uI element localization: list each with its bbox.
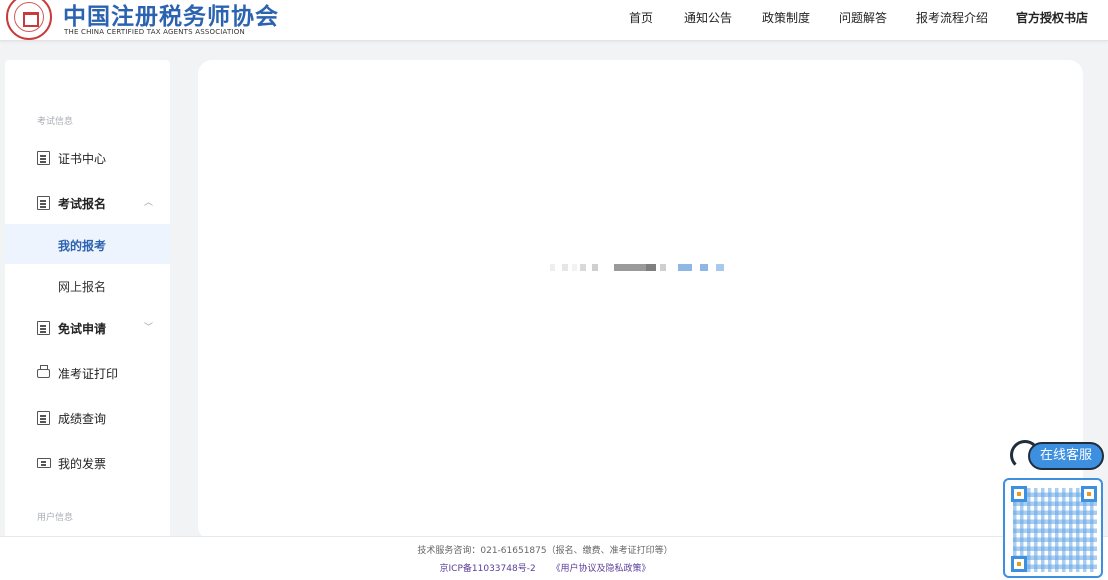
main-content-panel: [198, 60, 1083, 540]
qr-code-icon: [1003, 478, 1103, 578]
online-service-widget[interactable]: 在线客服: [1010, 436, 1106, 476]
registration-icon: [37, 196, 50, 210]
sidebar-item-label: 免试申请: [58, 322, 107, 336]
sidebar-item-admission-print[interactable]: 准考证打印: [5, 353, 170, 393]
invoice-icon: [37, 458, 51, 468]
sidebar-item-label: 证书中心: [58, 152, 107, 166]
loading-indicator: [548, 264, 738, 272]
page-footer: 技术服务咨询：021-61651875（报名、缴费、准考证打印等） 京ICP备1…: [0, 536, 1108, 580]
sidebar-subitem-online-registration[interactable]: 网上报名: [5, 265, 170, 305]
certificate-icon: [37, 151, 50, 165]
online-service-button[interactable]: 在线客服: [1028, 442, 1104, 470]
nav-exam-process[interactable]: 报考流程介绍: [916, 9, 988, 26]
sidebar-item-exemption[interactable]: 免试申请 ﹀: [5, 308, 170, 348]
section-title-user: 用户信息: [37, 513, 74, 523]
nav-official-bookstore[interactable]: 官方授权书店: [1016, 9, 1088, 26]
footer-links: 京ICP备11033748号-2 《用户协议及隐私政策》: [0, 561, 1090, 574]
nav-home[interactable]: 首页: [629, 9, 653, 26]
sidebar-item-label: 成绩查询: [58, 412, 107, 426]
privacy-policy-link[interactable]: 《用户协议及隐私政策》: [551, 564, 650, 574]
support-hotline-text: 技术服务咨询：021-61651875（报名、缴费、准考证打印等）: [417, 546, 673, 556]
chevron-down-icon: ﹀: [144, 323, 154, 333]
chevron-up-icon: ︿: [144, 198, 154, 208]
exemption-icon: [37, 321, 50, 335]
sidebar-item-label: 准考证打印: [58, 367, 119, 381]
nav-notices[interactable]: 通知公告: [684, 9, 732, 26]
sidebar-item-score-query[interactable]: 成绩查询: [5, 398, 170, 438]
icp-link[interactable]: 京ICP备11033748号-2: [440, 564, 536, 574]
sidebar-item-label: 网上报名: [58, 280, 107, 294]
sidebar-item-certificate[interactable]: 证书中心: [5, 138, 170, 178]
main-nav: 首页 通知公告 政策制度 问题解答 报考流程介绍 官方授权书店: [0, 9, 1108, 29]
top-header: 中国注册税务师协会 THE CHINA CERTIFIED TAX AGENTS…: [0, 0, 1108, 41]
printer-icon: [37, 365, 50, 378]
nav-policies[interactable]: 政策制度: [762, 9, 810, 26]
sidebar-subitem-my-registration[interactable]: 我的报考: [5, 224, 170, 264]
sidebar-item-registration[interactable]: 考试报名 ︿: [5, 183, 170, 223]
score-icon: [37, 411, 50, 425]
sidebar: 考试信息 证书中心 考试报名 ︿ 我的报考 网上报名 免试申请 ﹀ 准考证打印 …: [5, 60, 170, 540]
sidebar-item-label: 我的报考: [58, 239, 107, 253]
nav-faq[interactable]: 问题解答: [839, 9, 887, 26]
site-subtitle: THE CHINA CERTIFIED TAX AGENTS ASSOCIATI…: [64, 28, 245, 36]
sidebar-item-label: 考试报名: [58, 197, 107, 211]
sidebar-item-my-invoice[interactable]: 我的发票: [5, 443, 170, 483]
section-title-exam: 考试信息: [37, 117, 74, 127]
sidebar-item-label: 我的发票: [58, 457, 107, 471]
